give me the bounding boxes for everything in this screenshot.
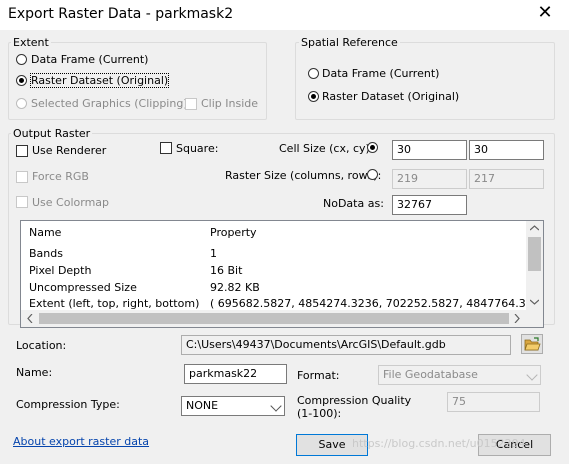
extent-data-frame-radio[interactable]	[16, 54, 27, 65]
vertical-scrollbar[interactable]	[526, 221, 543, 310]
output-raster-group-label: Output Raster	[11, 127, 93, 140]
raster-size-label: Raster Size (columns, rows):	[225, 169, 382, 182]
property-value: 16 Bit	[210, 264, 243, 277]
window-title: Export Raster Data - parkmask2	[8, 6, 234, 22]
cell-size-cx-input[interactable]: 30	[392, 140, 467, 160]
extent-group-label: Extent	[11, 36, 51, 49]
cell-size-cy-input[interactable]: 30	[469, 140, 544, 160]
properties-list[interactable]: Name Property Bands 1 Pixel Depth 16 Bit…	[20, 220, 544, 328]
sr-data-frame-label[interactable]: Data Frame (Current)	[322, 67, 439, 80]
chevron-down-icon	[270, 400, 282, 412]
browse-folder-button[interactable]	[521, 334, 543, 354]
property-name: Bands	[29, 247, 63, 260]
close-icon[interactable]: ✕	[534, 2, 556, 24]
location-label: Location:	[16, 339, 67, 352]
compression-type-dropdown[interactable]: NONE	[181, 396, 285, 416]
scroll-right-icon[interactable]	[514, 314, 520, 323]
use-renderer-label[interactable]: Use Renderer	[32, 144, 106, 157]
name-input[interactable]: parkmask22	[184, 364, 287, 384]
force-rgb-label[interactable]: Force RGB	[32, 170, 89, 183]
use-colormap-checkbox[interactable]	[16, 196, 28, 208]
property-name: Uncompressed Size	[29, 281, 137, 294]
use-renderer-checkbox[interactable]	[16, 145, 28, 157]
extent-selected-graphics-radio[interactable]	[16, 98, 27, 109]
scroll-left-icon[interactable]	[27, 314, 33, 323]
raster-size-radio[interactable]	[367, 169, 378, 180]
compression-quality-input[interactable]: 75	[447, 392, 540, 412]
format-label: Format:	[297, 369, 340, 382]
scroll-down-icon[interactable]	[530, 299, 539, 305]
spatial-reference-group-label: Spatial Reference	[299, 36, 400, 49]
vertical-scroll-thumb[interactable]	[528, 237, 541, 271]
property-value: 1	[210, 247, 217, 260]
compression-type-value: NONE	[186, 399, 219, 412]
extent-raster-dataset-radio[interactable]	[16, 75, 27, 86]
format-value: File Geodatabase	[383, 368, 478, 381]
title-bar: Export Raster Data - parkmask2 ✕	[0, 0, 569, 30]
nodata-input[interactable]: 32767	[392, 195, 467, 215]
property-value: ( 695682.5827, 4854274.3236, 702252.5827…	[210, 297, 526, 310]
compression-type-label: Compression Type:	[16, 398, 120, 411]
format-dropdown[interactable]: File Geodatabase	[378, 365, 541, 385]
sr-raster-dataset-label[interactable]: Raster Dataset (Original)	[322, 90, 459, 103]
scroll-corner	[526, 310, 543, 327]
clip-inside-checkbox[interactable]	[185, 98, 197, 110]
sr-raster-dataset-radio[interactable]	[308, 91, 319, 102]
raster-rows-input[interactable]: 217	[469, 169, 544, 189]
about-export-link[interactable]: About export raster data	[13, 435, 149, 448]
use-colormap-label[interactable]: Use Colormap	[32, 196, 109, 209]
scroll-up-icon[interactable]	[530, 225, 539, 231]
watermark: https://blog.csdn.net/u0152294	[352, 437, 526, 450]
sr-data-frame-radio[interactable]	[308, 68, 319, 79]
location-input[interactable]: C:\Users\49437\Documents\ArcGIS\Default.…	[181, 335, 511, 355]
horizontal-scrollbar[interactable]	[21, 310, 526, 327]
property-value: 92.82 KB	[210, 281, 260, 294]
clip-inside-label[interactable]: Clip Inside	[201, 97, 258, 110]
cell-size-radio[interactable]	[367, 142, 378, 153]
extent-raster-dataset-label[interactable]: Raster Dataset (Original)	[29, 73, 170, 88]
compression-quality-label-line2: (1-100):	[297, 407, 342, 420]
force-rgb-checkbox[interactable]	[16, 171, 28, 183]
column-header-name: Name	[29, 226, 62, 239]
property-name: Extent (left, top, right, bottom)	[29, 297, 200, 310]
square-label[interactable]: Square:	[176, 142, 218, 155]
chevron-down-icon	[526, 369, 538, 381]
nodata-label: NoData as:	[323, 197, 384, 210]
folder-open-icon	[524, 337, 541, 351]
extent-selected-graphics-label[interactable]: Selected Graphics (Clipping)	[31, 97, 188, 110]
extent-data-frame-label[interactable]: Data Frame (Current)	[31, 53, 148, 66]
property-name: Pixel Depth	[29, 264, 92, 277]
compression-quality-label-line1: Compression Quality	[297, 394, 412, 407]
horizontal-scroll-thumb[interactable]	[39, 313, 509, 324]
column-header-property: Property	[210, 226, 257, 239]
name-label: Name:	[16, 366, 53, 379]
spatial-reference-group	[295, 42, 555, 120]
raster-columns-input[interactable]: 219	[392, 169, 467, 189]
square-checkbox[interactable]	[160, 142, 172, 154]
cell-size-label: Cell Size (cx, cy):	[279, 142, 374, 155]
